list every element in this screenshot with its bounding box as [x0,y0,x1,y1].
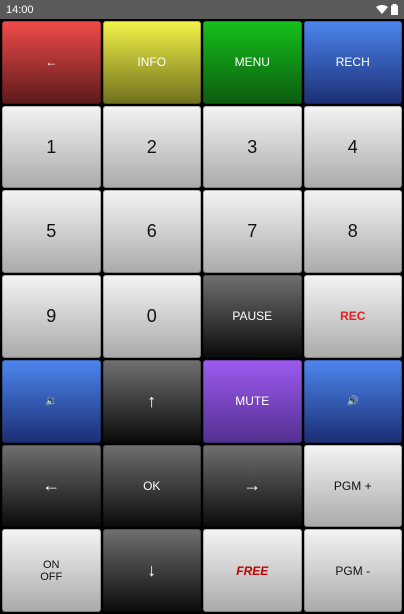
status-icons [376,4,398,15]
digit-2-button[interactable]: 2 [102,105,201,189]
status-time: 14:00 [6,3,34,16]
digit-8-button[interactable]: 8 [303,190,402,274]
volume-down-button[interactable]: 🔉 [2,359,101,443]
back-button[interactable]: ← [2,21,101,104]
down-arrow-button[interactable]: ↓ [102,529,201,612]
info-button[interactable]: INFO [102,21,201,104]
pause-button[interactable]: PAUSE [203,275,302,358]
digit-0-button[interactable]: 0 [102,275,201,358]
digit-6-button[interactable]: 6 [102,190,201,274]
digit-7-button[interactable]: 7 [203,190,302,274]
free-button[interactable]: FREE [203,529,302,612]
power-button[interactable]: ON OFF [2,529,101,612]
digit-3-button[interactable]: 3 [203,105,302,189]
status-bar: 14:00 [0,0,404,19]
program-down-button[interactable]: PGM - [303,529,402,612]
remote-button-grid: ← INFO MENU RECH 1 2 3 4 5 6 7 8 9 0 PAU… [0,19,404,614]
search-button[interactable]: RECH [303,21,402,104]
volume-up-button[interactable]: 🔊 [303,359,402,443]
left-arrow-button[interactable]: ← [2,444,101,528]
record-button[interactable]: REC [303,275,402,358]
digit-9-button[interactable]: 9 [2,275,101,358]
digit-4-button[interactable]: 4 [303,105,402,189]
right-arrow-button[interactable]: → [203,444,302,528]
mute-button[interactable]: MUTE [203,359,302,443]
ok-button[interactable]: OK [102,444,201,528]
up-arrow-button[interactable]: ↑ [102,359,201,443]
battery-icon [391,4,398,15]
digit-5-button[interactable]: 5 [2,190,101,274]
program-up-button[interactable]: PGM + [303,444,402,528]
wifi-icon [376,4,388,14]
digit-1-button[interactable]: 1 [2,105,101,189]
menu-button[interactable]: MENU [203,21,302,104]
